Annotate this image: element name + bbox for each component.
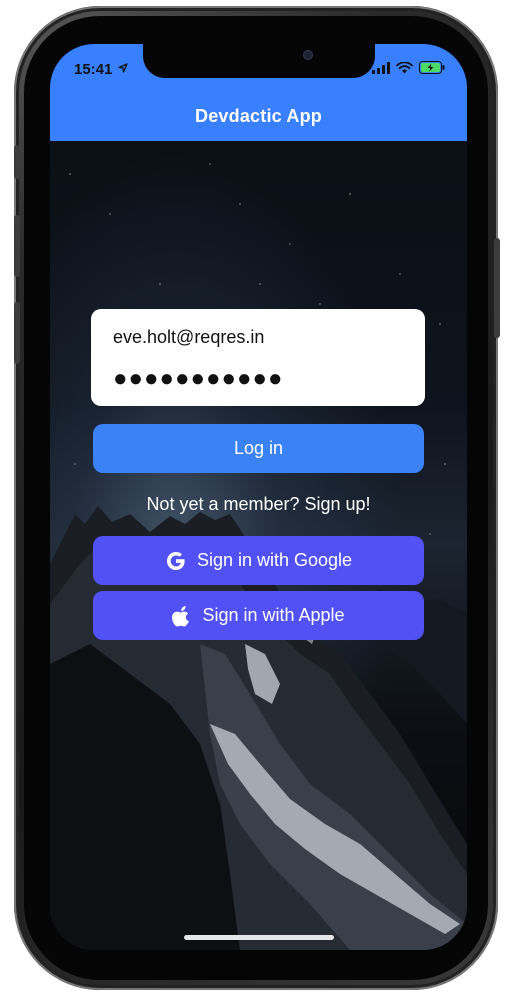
google-sign-in-button[interactable]: Sign in with Google <box>93 536 424 585</box>
power-button <box>494 238 500 338</box>
page-title: Devdactic App <box>195 106 322 126</box>
phone-screen: Devdactic App 15:41 eve.holt@reqres.in ●… <box>50 44 467 950</box>
signal-icon <box>372 61 390 74</box>
volume-down-button <box>14 302 20 364</box>
apple-sign-in-button[interactable]: Sign in with Apple <box>93 591 424 640</box>
wifi-icon <box>396 61 413 73</box>
password-field[interactable] <box>113 359 411 399</box>
google-icon <box>166 551 185 570</box>
google-button-label: Sign in with Google <box>196 550 353 570</box>
location-arrow-icon <box>118 63 128 73</box>
login-card <box>91 309 425 406</box>
apple-button-label: Sign in with Apple <box>202 605 345 625</box>
silent-switch <box>14 145 20 179</box>
email-field[interactable] <box>113 317 411 357</box>
signup-link[interactable]: Not yet a member? Sign up! <box>50 494 467 515</box>
volume-up-button <box>14 215 20 277</box>
login-button[interactable]: Log in <box>93 424 424 473</box>
status-bar: 15:41 <box>50 44 467 96</box>
apple-icon <box>172 605 190 626</box>
login-button-label: Log in <box>233 438 284 458</box>
status-time: 15:41 <box>74 61 113 78</box>
home-indicator[interactable] <box>184 935 334 940</box>
status-icons <box>372 61 445 74</box>
battery-charging-icon <box>419 61 445 74</box>
